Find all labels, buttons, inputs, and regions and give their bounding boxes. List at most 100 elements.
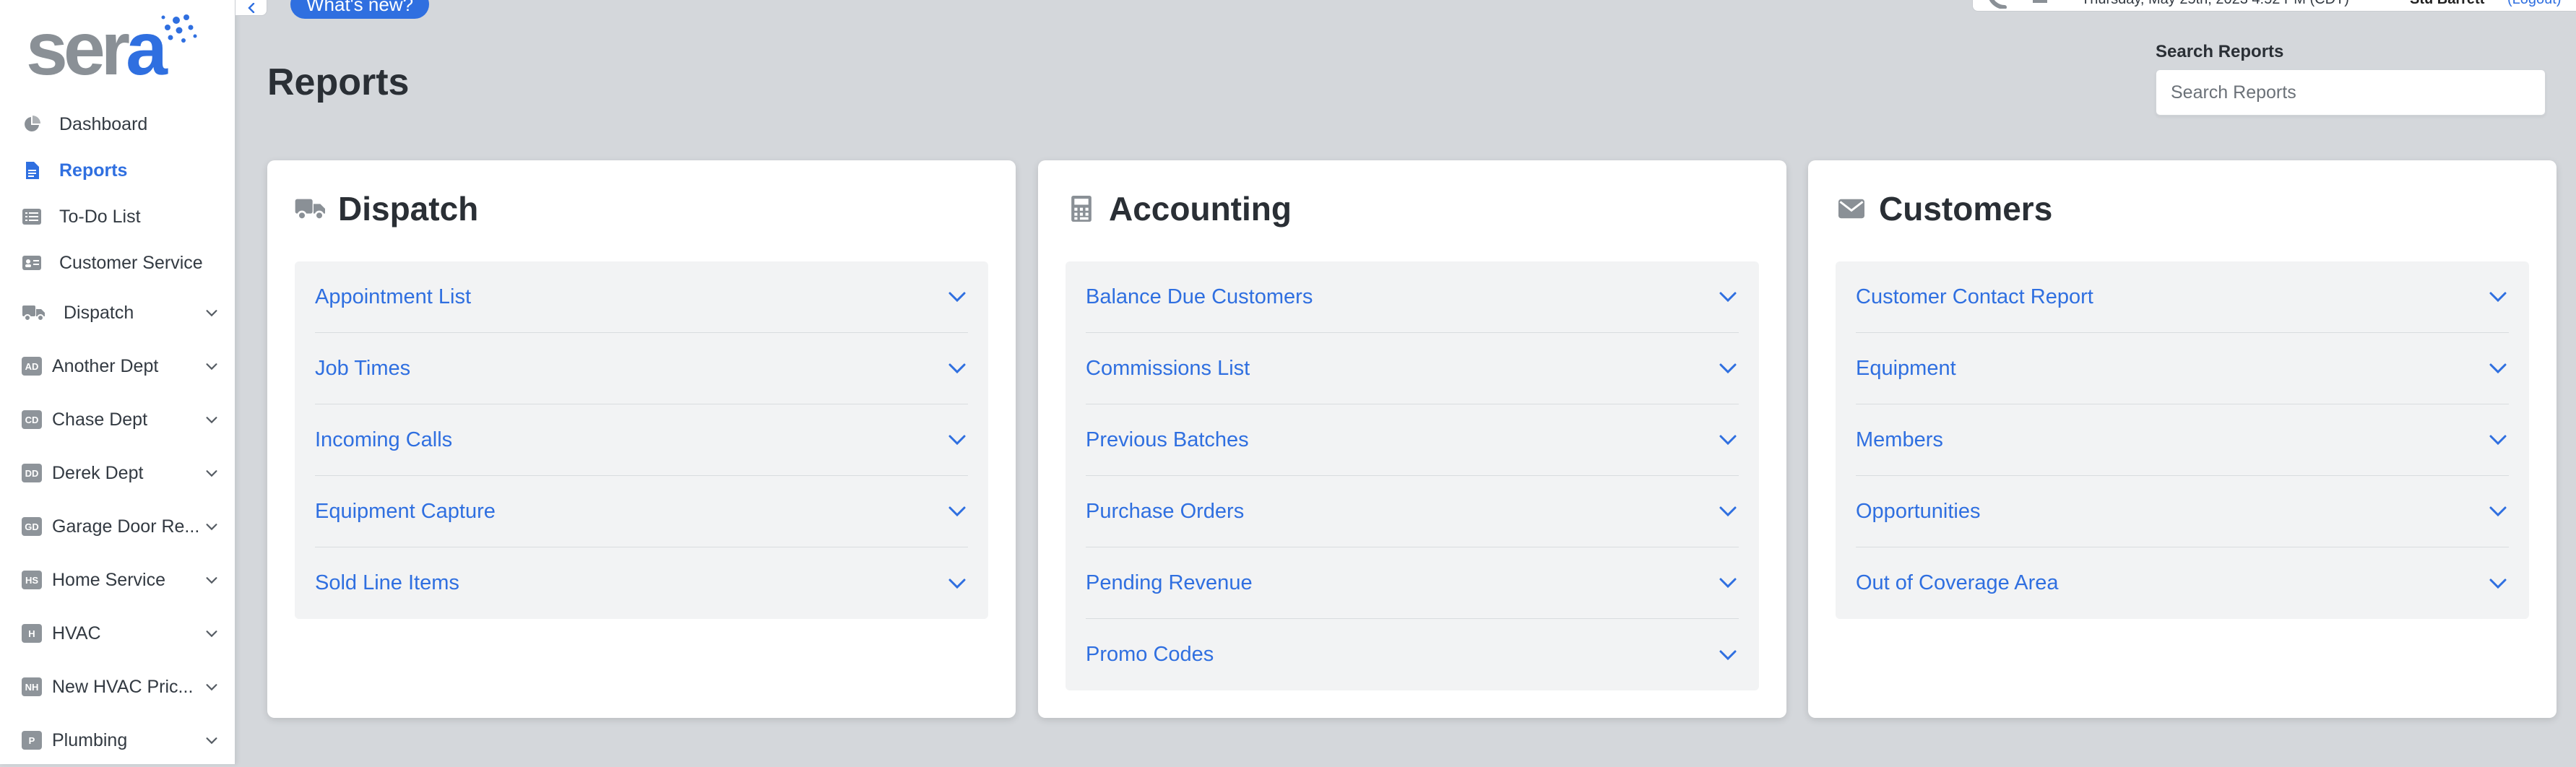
sidebar-item-label: Reports: [59, 160, 128, 181]
report-list: Customer Contact Report Equipment Member…: [1836, 261, 2529, 619]
card-title: Accounting: [1066, 189, 1292, 228]
truck-icon: [295, 194, 327, 223]
sidebar-item-garage-door[interactable]: GD Garage Door Re...: [0, 500, 235, 553]
sidebar-item-new-hvac-pricing[interactable]: NH New HVAC Pric...: [0, 660, 235, 714]
sidebar-item-derek-dept[interactable]: DD Derek Dept: [0, 446, 235, 500]
chevron-left-icon: [247, 2, 254, 13]
chevron-down-icon[interactable]: [204, 625, 220, 641]
truck-icon: [22, 303, 46, 323]
dept-badge-icon: HS: [22, 571, 42, 589]
report-item-label: Equipment: [1856, 356, 1956, 380]
chevron-down-icon: [2489, 506, 2507, 517]
report-item-purchase-orders[interactable]: Purchase Orders: [1086, 476, 1739, 547]
bell-icon[interactable]: [2031, 0, 2049, 9]
report-item-equipment-capture[interactable]: Equipment Capture: [315, 476, 968, 547]
report-item-commissions-list[interactable]: Commissions List: [1086, 333, 1739, 404]
whats-new-button[interactable]: What's new?: [290, 0, 430, 19]
sidebar-item-label: HVAC: [52, 623, 101, 644]
chevron-down-icon: [948, 435, 966, 446]
sidebar-item-another-dept[interactable]: AD Another Dept: [0, 339, 235, 393]
report-item-label: Commissions List: [1086, 356, 1250, 380]
chevron-down-icon: [948, 506, 966, 517]
sidebar: sera Dashboard Reports To-Do List Custom…: [0, 0, 235, 764]
chevron-down-icon[interactable]: [204, 732, 220, 748]
sidebar-item-hvac[interactable]: H HVAC: [0, 607, 235, 660]
report-item-balance-due-customers[interactable]: Balance Due Customers: [1086, 261, 1739, 333]
card-title: Customers: [1836, 189, 2052, 228]
sidebar-item-label: Chase Dept: [52, 409, 148, 430]
chevron-down-icon[interactable]: [204, 519, 220, 534]
chevron-down-icon: [2489, 363, 2507, 374]
sidebar-item-plumbing[interactable]: P Plumbing: [0, 714, 235, 767]
chevron-down-icon: [948, 292, 966, 303]
report-item-job-times[interactable]: Job Times: [315, 333, 968, 404]
chevron-down-icon[interactable]: [204, 572, 220, 588]
id-card-icon: [22, 253, 42, 273]
logo-dots-icon: [161, 14, 197, 43]
chevron-down-icon: [2489, 435, 2507, 446]
sidebar-item-reports[interactable]: Reports: [0, 147, 235, 194]
logout-link[interactable]: (Logout): [2507, 0, 2562, 8]
report-item-pending-revenue[interactable]: Pending Revenue: [1086, 547, 1739, 619]
report-item-opportunities[interactable]: Opportunities: [1856, 476, 2509, 547]
sidebar-item-customer-service[interactable]: Customer Service: [0, 240, 235, 286]
chevron-down-icon[interactable]: [204, 358, 220, 374]
chevron-down-icon[interactable]: [204, 412, 220, 428]
user-name: Stu Barrett: [2410, 0, 2484, 8]
sidebar-item-dashboard[interactable]: Dashboard: [0, 101, 235, 147]
sidebar-item-label: Dispatch: [64, 302, 134, 323]
report-item-sold-line-items[interactable]: Sold Line Items: [315, 547, 968, 619]
calculator-icon: [1066, 194, 1097, 223]
dept-badge-icon: P: [22, 731, 42, 750]
sera-logo[interactable]: sera: [26, 12, 197, 87]
sidebar-item-label: Derek Dept: [52, 462, 144, 483]
report-item-promo-codes[interactable]: Promo Codes: [1086, 619, 1739, 690]
phone-icon[interactable]: [1987, 0, 2007, 9]
dept-badge-icon: NH: [22, 677, 42, 696]
dept-badge-icon: CD: [22, 410, 42, 429]
report-item-appointment-list[interactable]: Appointment List: [315, 261, 968, 333]
report-item-customer-contact-report[interactable]: Customer Contact Report: [1856, 261, 2509, 333]
report-list: Balance Due Customers Commissions List P…: [1066, 261, 1759, 690]
chevron-down-icon[interactable]: [204, 465, 220, 481]
report-item-previous-batches[interactable]: Previous Batches: [1086, 404, 1739, 476]
sidebar-item-label: Plumbing: [52, 729, 128, 750]
card-title-text: Accounting: [1109, 190, 1292, 228]
chevron-down-icon: [1719, 292, 1737, 303]
report-item-label: Incoming Calls: [315, 428, 453, 451]
chevron-down-icon: [1719, 435, 1737, 446]
report-item-label: Opportunities: [1856, 499, 1981, 523]
search-label: Search Reports: [2156, 42, 2284, 61]
chevron-down-icon[interactable]: [204, 679, 220, 695]
chevron-down-icon: [2489, 578, 2507, 589]
sidebar-item-label: Customer Service: [59, 252, 203, 273]
collapse-sidebar-button[interactable]: [235, 0, 267, 16]
report-item-label: Equipment Capture: [315, 499, 496, 523]
chevron-down-icon: [948, 363, 966, 374]
card-title-text: Dispatch: [338, 190, 479, 228]
page-title: Reports: [267, 61, 410, 103]
dept-badge-icon: H: [22, 624, 42, 643]
dispatch-card: Dispatch Appointment List Job Times Inco…: [267, 160, 1016, 718]
report-item-label: Out of Coverage Area: [1856, 571, 2059, 594]
report-item-incoming-calls[interactable]: Incoming Calls: [315, 404, 968, 476]
sidebar-item-label: Garage Door Re...: [52, 516, 200, 537]
list-icon: [22, 207, 42, 227]
chevron-down-icon: [1719, 363, 1737, 374]
report-item-out-of-coverage-area[interactable]: Out of Coverage Area: [1856, 547, 2509, 619]
chevron-down-icon: [2489, 292, 2507, 303]
sidebar-item-todo-list[interactable]: To-Do List: [0, 194, 235, 240]
report-item-members[interactable]: Members: [1856, 404, 2509, 476]
document-icon: [22, 160, 42, 181]
chevron-down-icon: [948, 578, 966, 589]
sidebar-item-dispatch[interactable]: Dispatch: [0, 286, 235, 339]
search-input[interactable]: [2156, 69, 2546, 116]
accounting-card: Accounting Balance Due Customers Commiss…: [1038, 160, 1786, 718]
sidebar-item-home-service[interactable]: HS Home Service: [0, 553, 235, 607]
report-item-label: Previous Batches: [1086, 428, 1249, 451]
sidebar-item-chase-dept[interactable]: CD Chase Dept: [0, 393, 235, 446]
chevron-down-icon: [1719, 650, 1737, 660]
chevron-down-icon[interactable]: [204, 305, 220, 321]
report-item-equipment[interactable]: Equipment: [1856, 333, 2509, 404]
report-item-label: Promo Codes: [1086, 643, 1214, 666]
